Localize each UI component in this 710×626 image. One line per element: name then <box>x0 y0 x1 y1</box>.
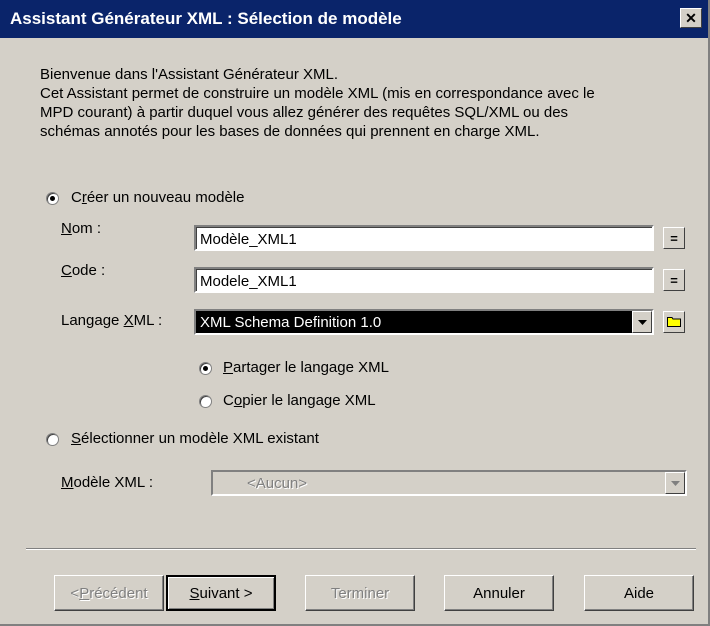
footer-separator <box>26 548 696 550</box>
help-button[interactable]: Aide <box>584 575 694 611</box>
previous-button[interactable]: < Précédent <box>54 575 164 611</box>
folder-icon <box>667 315 681 330</box>
name-input[interactable]: Modèle_XML1 <box>194 225 654 251</box>
xml-model-label: Modèle XML : <box>61 474 153 491</box>
code-input[interactable]: Modele_XML1 <box>194 267 654 293</box>
xml-language-label: Langage XML : <box>61 312 163 329</box>
create-new-label[interactable]: Créer un nouveau modèle <box>71 189 244 206</box>
title-bar[interactable]: Assistant Générateur XML : Sélection de … <box>0 0 708 38</box>
dialog-window: Assistant Générateur XML : Sélection de … <box>0 0 710 626</box>
create-new-radio[interactable] <box>46 192 59 205</box>
xml-language-browse-button[interactable] <box>663 311 685 333</box>
window-title: Assistant Générateur XML : Sélection de … <box>10 9 402 28</box>
intro-line-1: Bienvenue dans l'Assistant Générateur XM… <box>40 66 339 83</box>
close-icon: ✕ <box>685 10 697 26</box>
finish-button[interactable]: Terminer <box>305 575 415 611</box>
intro-line-4: schémas annotés pour les bases de donnée… <box>40 123 540 140</box>
chevron-down-icon[interactable] <box>665 472 685 494</box>
equals-icon: = <box>670 230 678 246</box>
name-label: Nom : <box>61 220 102 237</box>
intro-line-2: Cet Assistant permet de construire un mo… <box>40 85 595 102</box>
intro-text: Bienvenue dans l'Assistant Générateur XM… <box>40 65 690 141</box>
xml-language-value: XML Schema Definition 1.0 <box>200 314 382 331</box>
cancel-button[interactable]: Annuler <box>444 575 554 611</box>
share-language-radio[interactable] <box>199 362 212 375</box>
xml-model-value: <Aucun> <box>247 475 308 492</box>
close-button[interactable]: ✕ <box>680 8 702 28</box>
xml-model-select[interactable]: <Aucun> <box>211 470 687 496</box>
code-equals-button[interactable]: = <box>663 269 685 291</box>
equals-icon: = <box>670 272 678 288</box>
select-existing-label[interactable]: Sélectionner un modèle XML existant <box>71 430 319 447</box>
select-existing-radio[interactable] <box>46 433 59 446</box>
copy-language-label[interactable]: Copier le langage XML <box>223 392 376 409</box>
chevron-down-icon[interactable] <box>632 311 652 333</box>
name-equals-button[interactable]: = <box>663 227 685 249</box>
copy-language-radio[interactable] <box>199 395 212 408</box>
intro-line-3: MPD courant) à partir duquel vous allez … <box>40 104 569 121</box>
code-label: Code : <box>61 262 106 279</box>
xml-language-select[interactable]: XML Schema Definition 1.0 <box>194 309 654 335</box>
share-language-label[interactable]: Partager le langage XML <box>223 359 389 376</box>
next-button[interactable]: Suivant > <box>166 575 276 611</box>
